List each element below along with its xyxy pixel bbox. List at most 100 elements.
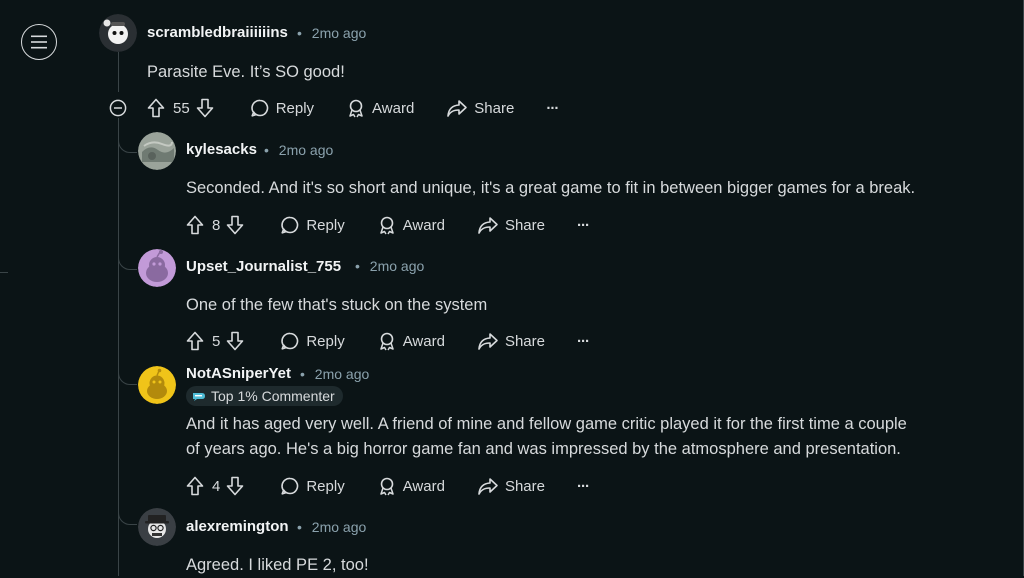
upvote-arrow-icon — [186, 215, 204, 235]
share-arrow-icon — [478, 333, 498, 350]
award-ribbon-icon — [379, 477, 394, 496]
more-options-icon: ··· — [576, 332, 590, 350]
avatar[interactable] — [138, 132, 176, 170]
award-ribbon-icon — [349, 99, 363, 118]
downvote-button[interactable] — [196, 98, 214, 118]
thread-branch — [118, 506, 137, 525]
left-rail — [0, 0, 8, 576]
comment-actions: 8 Reply Award Share ··· — [186, 214, 590, 236]
award-label: Award — [402, 477, 445, 495]
meta-separator: • — [297, 519, 302, 535]
menu-button[interactable] — [21, 24, 57, 60]
upvote-arrow-icon — [186, 331, 204, 351]
commenter-badge-icon — [193, 393, 205, 401]
comment-body-line: And it has aged very well. A friend of m… — [186, 415, 907, 433]
thread-line-parent — [118, 52, 119, 92]
vote-count: 55 — [173, 99, 190, 117]
comment-body-line: of years ago. He's a big horror game fan… — [186, 440, 901, 458]
thread-branch — [118, 134, 137, 153]
comment-meta: • 2mo ago — [297, 519, 366, 535]
comment-body-line: One of the few that's stuck on the syste… — [186, 296, 488, 314]
comment-body-line: Seconded. And it's so short and unique, … — [186, 179, 916, 197]
award-button[interactable]: Award — [377, 476, 445, 496]
collapse-minus-icon — [109, 99, 127, 117]
comment-author[interactable]: NotASniperYet — [186, 365, 291, 382]
share-button[interactable]: Share — [477, 476, 545, 496]
reply-button[interactable]: Reply — [280, 476, 345, 496]
award-label: Award — [402, 216, 445, 234]
comment-timestamp[interactable]: 2mo ago — [279, 142, 333, 158]
upvote-arrow-icon — [147, 98, 165, 118]
comment-actions: 55 Reply Award Share ··· — [147, 97, 559, 119]
more-options-icon: ··· — [576, 477, 590, 495]
avatar[interactable] — [99, 14, 137, 52]
reply-label: Reply — [306, 332, 345, 350]
comment-author[interactable]: kylesacks — [186, 141, 257, 158]
award-button[interactable]: Award — [346, 98, 414, 118]
upvote-button[interactable] — [147, 98, 165, 118]
upvote-button[interactable] — [186, 215, 204, 235]
speech-bubble-icon — [281, 477, 299, 495]
comment-timestamp[interactable]: 2mo ago — [370, 258, 424, 274]
user-flair-badge: Top 1% Commenter — [186, 386, 343, 406]
reply-button[interactable]: Reply — [280, 331, 345, 351]
share-label: Share — [504, 332, 545, 350]
comment-meta: • 2mo ago — [264, 142, 333, 158]
more-options-button[interactable]: ··· — [576, 332, 590, 350]
meta-separator: • — [300, 366, 305, 382]
comment-body: Seconded. And it's so short and unique, … — [186, 176, 915, 201]
avatar[interactable] — [138, 508, 176, 546]
comment-body: One of the few that's stuck on the syste… — [186, 293, 487, 318]
comment-timestamp[interactable]: 2mo ago — [315, 366, 369, 382]
rail-divider — [0, 272, 8, 273]
reply-label: Reply — [275, 99, 315, 117]
comment-body-line: Parasite Eve. It’s SO good! — [147, 63, 345, 81]
share-arrow-icon — [478, 478, 498, 495]
comment-author[interactable]: alexremington — [186, 518, 289, 535]
downvote-button[interactable] — [226, 331, 244, 351]
award-ribbon-icon — [379, 216, 394, 235]
comment-author[interactable]: Upset_Journalist_755 — [186, 258, 341, 275]
more-options-button[interactable]: ··· — [576, 216, 590, 234]
downvote-button[interactable] — [226, 215, 244, 235]
reply-button[interactable]: Reply — [250, 98, 314, 118]
share-label: Share — [474, 99, 515, 117]
share-button[interactable]: Share — [477, 215, 545, 235]
share-label: Share — [504, 216, 545, 234]
upvote-arrow-icon — [186, 476, 204, 496]
upvote-button[interactable] — [186, 331, 204, 351]
more-options-button[interactable]: ··· — [576, 477, 590, 495]
award-button[interactable]: Award — [377, 215, 445, 235]
comment-meta: • 2mo ago — [355, 258, 424, 274]
share-arrow-icon — [447, 100, 468, 117]
avatar[interactable] — [138, 366, 176, 404]
downvote-button[interactable] — [226, 476, 244, 496]
share-button[interactable]: Share — [446, 98, 514, 118]
comment-timestamp[interactable]: 2mo ago — [312, 25, 366, 41]
meta-separator: • — [355, 258, 360, 274]
share-label: Share — [504, 477, 545, 495]
vote-count: 5 — [212, 332, 221, 350]
more-options-icon: ··· — [576, 216, 590, 234]
comment-meta: • 2mo ago — [300, 366, 369, 382]
comment-timestamp[interactable]: 2mo ago — [312, 519, 366, 535]
collapse-button[interactable] — [108, 98, 128, 118]
comment-body: Parasite Eve. It’s SO good! — [147, 60, 345, 85]
comment-body-line: Agreed. I liked PE 2, too! — [186, 556, 369, 574]
thread-branch — [118, 366, 137, 385]
award-button[interactable]: Award — [377, 331, 445, 351]
comment-body: Agreed. I liked PE 2, too! — [186, 553, 369, 578]
avatar[interactable] — [138, 249, 176, 287]
reply-button[interactable]: Reply — [280, 215, 345, 235]
thread-branch — [118, 251, 137, 270]
comment-meta: • 2mo ago — [297, 25, 366, 41]
award-label: Award — [372, 99, 415, 117]
comment-author[interactable]: scrambledbraiiiiiins — [147, 24, 288, 41]
hamburger-icon — [31, 35, 47, 49]
more-options-button[interactable]: ··· — [546, 100, 559, 117]
comment-actions: 5 Reply Award Share ··· — [186, 330, 590, 352]
share-button[interactable]: Share — [477, 331, 545, 351]
comment-actions: 4 Reply Award Share ··· — [186, 475, 590, 497]
downvote-arrow-icon — [196, 98, 213, 118]
upvote-button[interactable] — [186, 476, 204, 496]
